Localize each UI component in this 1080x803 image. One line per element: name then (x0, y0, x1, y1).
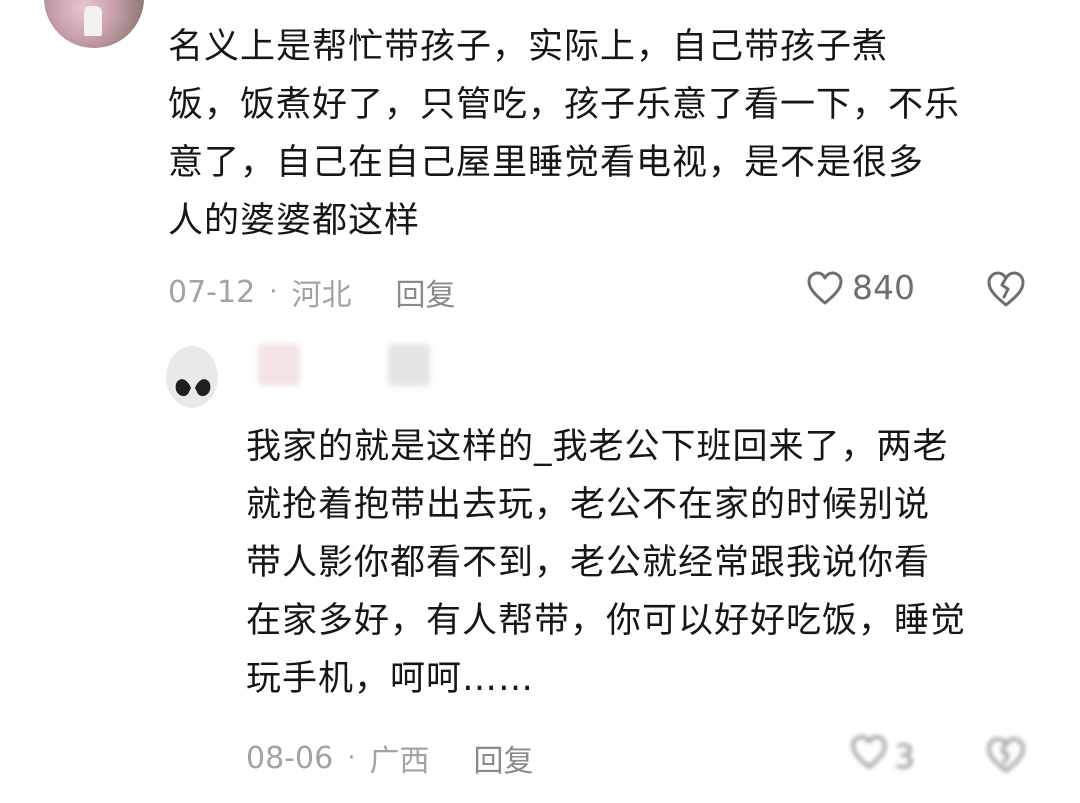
reply-button[interactable]: 回复 (473, 736, 533, 780)
like-button[interactable]: 840 (806, 268, 915, 307)
reply-target-name-blurred (388, 344, 430, 386)
comment-location: 河北 (291, 278, 352, 313)
commenter-avatar[interactable] (44, 0, 144, 48)
reply-text-line: 玩手机，呵呵…… (246, 659, 535, 699)
reply-text-line: 就抢着抱带出去玩，老公不在家的时候别说 (246, 485, 931, 525)
reply-location: 广西 (369, 744, 430, 779)
comment-text-line: 饭，饭煮好了，只管吃，孩子乐意了看一下，不乐 (168, 85, 961, 125)
like-count: 3 (894, 736, 915, 776)
meta-separator: · (347, 743, 356, 773)
like-count: 840 (852, 268, 915, 307)
avatar-photo-figure (84, 6, 102, 36)
comment-meta: 07-12 · 河北 回复 (168, 270, 455, 314)
reply-text-line: 我家的就是这样的_我老公下班回来了，两老 (246, 427, 949, 467)
reply-date: 08-06 (246, 740, 334, 776)
reply-text-line: 带人影你都看不到，老公就经常跟我说你看 (246, 543, 931, 583)
heart-hands-image (175, 379, 211, 397)
replier-avatar[interactable] (166, 346, 218, 408)
heart-outline-icon (806, 270, 844, 306)
broken-heart-icon[interactable] (986, 270, 1026, 312)
comment-text-line: 名义上是帮忙带孩子，实际上，自己带孩子煮 (168, 27, 889, 67)
broken-heart-icon[interactable] (986, 736, 1026, 778)
like-button[interactable]: 3 (850, 734, 915, 778)
heart-outline-icon (850, 734, 888, 778)
reply-text-line: 在家多好，有人帮带，你可以好好吃饭，睡觉 (246, 601, 967, 641)
comment-text-line: 人的婆婆都这样 (168, 201, 421, 241)
reply-meta: 08-06 · 广西 回复 (246, 736, 533, 780)
reply-text: 我家的就是这样的_我老公下班回来了，两老 就抢着抱带出去玩，老公不在家的时候别说… (246, 418, 1046, 708)
comment-text: 名义上是帮忙带孩子，实际上，自己带孩子煮 饭，饭煮好了，只管吃，孩子乐意了看一下… (168, 18, 1048, 250)
meta-separator: · (269, 277, 278, 307)
comment-text-line: 意了，自己在自己屋里睡觉看电视，是不是很多 (168, 143, 925, 183)
reply-button[interactable]: 回复 (395, 270, 455, 314)
replier-name-blurred (258, 344, 300, 386)
comment-date: 07-12 (168, 274, 256, 310)
